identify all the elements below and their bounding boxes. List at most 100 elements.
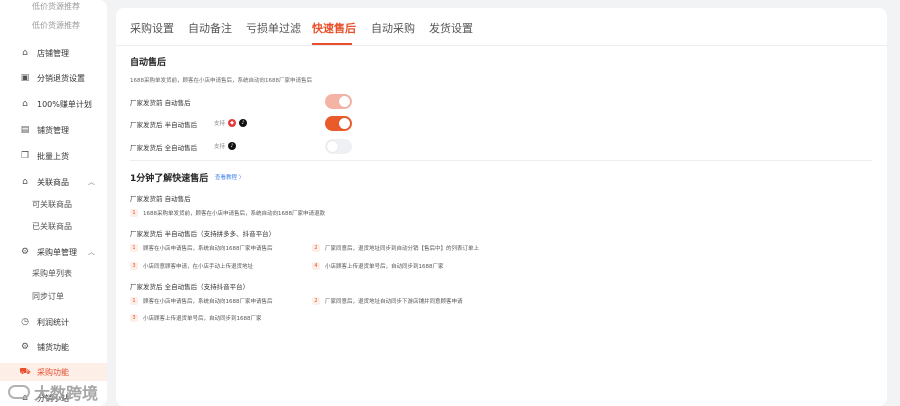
sidebar-item-listing-management[interactable]: ▤ 铺货管理: [0, 121, 107, 139]
tab-loss-filter[interactable]: 亏损单过滤: [246, 20, 301, 36]
step-number: 3: [130, 262, 138, 270]
guide-step: 4 小店顾客上传退货单号后，自动同步到1688厂家: [312, 262, 444, 270]
sidebar-item-return-settings[interactable]: ▣ 分销退货设置: [0, 69, 107, 87]
sidebar-item-label: 采购单列表: [32, 268, 72, 278]
sidebar-item-label: 关联商品: [37, 177, 69, 187]
link-icon: ⌂: [22, 177, 28, 187]
toggle-semi-auto[interactable]: [325, 116, 352, 131]
sidebar-item-label: 低价货源推荐: [32, 1, 80, 11]
sidebar-item-bulk-upload[interactable]: ❐ 批量上货: [0, 147, 107, 165]
sidebar-item-label: 批量上货: [37, 151, 69, 161]
gear-icon: ⚙: [20, 247, 30, 257]
pinduoduo-icon: ◆: [228, 119, 237, 127]
guide-heading-before-ship: 厂家发货前 自动售后: [130, 195, 191, 203]
step-text: 小店顾客上传退货单号后，自动同步到1688厂家: [143, 316, 262, 322]
step-number: 2: [312, 297, 320, 305]
tab-auto-purchase[interactable]: 自动采购: [371, 20, 415, 36]
cart-icon: ⛟: [19, 366, 31, 377]
support-label: 支持: [214, 121, 226, 127]
support-label: 支持: [214, 144, 226, 150]
step-number: 2: [312, 244, 320, 252]
guide-step: 2 厂家同意后，退货地址同步到自动分销【售后中】的列表订单上: [312, 244, 479, 252]
guide-step: 1 顾客在小店申请售后，系统自动向1688厂家申请售后: [130, 297, 273, 305]
sidebar-item-purchase-orders[interactable]: ⚙ 采购单管理 ︿: [0, 243, 107, 261]
tab-quick-after-sale[interactable]: 快速售后: [312, 20, 356, 36]
platform-support: 支持 ♪: [214, 142, 237, 150]
guide-step: 3 小店同意顾客申请，在小店手动上传退货地址: [130, 262, 253, 270]
toggle-knob: [339, 96, 350, 107]
toggle-before-ship[interactable]: [325, 94, 352, 109]
tab-purchase-settings[interactable]: 采购设置: [130, 20, 174, 36]
store-icon: ⌂: [22, 48, 28, 58]
sidebar-item-label: 采购单管理: [37, 247, 77, 257]
bag-icon: ▤: [20, 125, 30, 135]
guide-heading-semi-auto: 厂家发货后 半自动售后（支持拼多多、抖音平台）: [130, 230, 276, 238]
sidebar-item-linked-list[interactable]: 已关联商品: [0, 218, 107, 234]
sidebar-item-low-price-source[interactable]: 低价货源推荐: [0, 0, 107, 12]
sidebar-item-linked-products[interactable]: ⌂ 关联商品 ︿: [0, 173, 107, 191]
divider: [130, 160, 872, 161]
douyin-icon: ♪: [239, 119, 248, 127]
tab-bar: 采购设置 自动备注 亏损单过滤 快速售后 自动采购 发货设置: [116, 8, 887, 46]
sidebar-item-label: 铺货功能: [37, 342, 69, 352]
section-title-auto-after-sale: 自动售后: [130, 58, 167, 68]
toggle-knob: [339, 118, 350, 129]
step-text: 厂家同意后，退货地址同步到自动分销【售后中】的列表订单上: [325, 246, 480, 252]
sidebar-item-label: 利润统计: [37, 317, 69, 327]
step-number: 1: [130, 297, 138, 305]
sidebar-item-label: 已关联商品: [32, 221, 72, 231]
sidebar-item-sync-orders[interactable]: 同步订单: [0, 288, 107, 304]
tab-shipping-settings[interactable]: 发货设置: [429, 20, 473, 36]
sidebar-item-earn-plan[interactable]: ⌂ 100%赚单计划: [0, 95, 107, 113]
sidebar-item-label: 低价货源推荐: [32, 20, 80, 30]
sidebar-item-store[interactable]: ⌂ 店铺管理: [0, 44, 107, 62]
sidebar-item-label: 同步订单: [32, 291, 64, 301]
sidebar-item-purchase-features[interactable]: ⛟ 采购功能: [0, 363, 107, 381]
guide-step: 1 1688采购单发货前，顾客在小店申请售后，系统自动向1688厂家申请退款: [130, 209, 325, 217]
toggle-knob: [327, 141, 338, 152]
watermark: 大数跨境: [8, 380, 98, 404]
sidebar-item-label: 可关联商品: [32, 199, 72, 209]
sidebar-item-linkable-products[interactable]: 可关联商品: [0, 196, 107, 212]
section-description: 1688采购单发货前，顾客在小店申请售后，系统自动向1688厂家申请售后: [130, 78, 312, 84]
watermark-text: 大数跨境: [34, 384, 99, 403]
sidebar-item-purchase-list[interactable]: 采购单列表: [0, 265, 107, 281]
watermark-logo-icon: [8, 385, 30, 399]
chevron-up-icon: ︿: [88, 178, 95, 186]
toggle-full-auto[interactable]: [325, 139, 352, 154]
douyin-icon: ♪: [228, 142, 237, 150]
copy-icon: ❐: [20, 151, 30, 161]
chevron-up-icon: ︿: [88, 248, 95, 256]
main-panel: 采购设置 自动备注 亏损单过滤 快速售后 自动采购 发货设置 自动售后 1688…: [116, 8, 887, 406]
step-number: 1: [130, 209, 138, 217]
step-text: 1688采购单发货前，顾客在小店申请售后，系统自动向1688厂家申请退款: [143, 211, 325, 217]
active-tab-indicator: [312, 43, 352, 45]
view-tutorial-link[interactable]: 查看教程 〉: [215, 173, 244, 181]
guide-step: 2 厂家同意后，退货地址自动同步下游店铺并同意顾客申请: [312, 297, 463, 305]
sidebar: 低价货源推荐 低价货源推荐 ⌂ 店铺管理 ▣ 分销退货设置 ⌂ 100%赚单计划 ▤ 铺…: [0, 0, 107, 406]
sidebar-item-label: 100%赚单计划: [37, 99, 92, 109]
sidebar-item-low-price-recommend[interactable]: 低价货源推荐: [0, 16, 107, 34]
return-icon: ▣: [20, 73, 30, 83]
home-icon: ⌂: [22, 99, 28, 109]
sidebar-item-label: 铺货管理: [37, 125, 69, 135]
sidebar-item-label: 店铺管理: [37, 48, 69, 58]
step-number: 1: [130, 244, 138, 252]
platform-support: 支持 ◆ ♪: [214, 119, 248, 127]
step-number: 4: [312, 262, 320, 270]
guide-step: 3 小店顾客上传退货单号后，自动同步到1688厂家: [130, 314, 262, 322]
settings-icon: ⚙: [20, 342, 30, 352]
tab-auto-remark[interactable]: 自动备注: [188, 20, 232, 36]
sidebar-item-profit-stats[interactable]: ◷ 利润统计: [0, 313, 107, 331]
clock-icon: ◷: [21, 317, 29, 327]
row-label-semi-auto: 厂家发货后 半自动售后: [130, 121, 198, 129]
guide-title: 1分钟了解快速售后: [130, 174, 209, 184]
step-text: 小店顾客上传退货单号后，自动同步到1688厂家: [325, 264, 444, 270]
guide-heading-full-auto: 厂家发货后 全自动售后（支持抖音平台）: [130, 283, 250, 291]
sidebar-item-label: 采购功能: [37, 367, 69, 377]
step-text: 厂家同意后，退货地址自动同步下游店铺并同意顾客申请: [325, 299, 463, 305]
step-text: 顾客在小店申请售后，系统自动向1688厂家申请售后: [143, 246, 273, 252]
step-number: 3: [130, 314, 138, 322]
step-text: 顾客在小店申请售后，系统自动向1688厂家申请售后: [143, 299, 273, 305]
sidebar-item-listing-features[interactable]: ⚙ 铺货功能: [0, 338, 107, 356]
